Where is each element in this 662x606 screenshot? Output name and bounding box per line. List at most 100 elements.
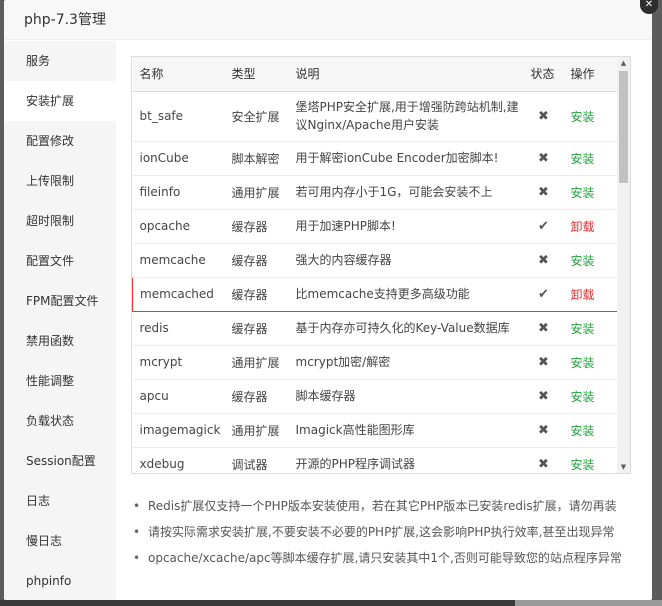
install-link[interactable]: 安装	[571, 322, 595, 336]
ext-name: xdebug	[132, 447, 225, 473]
uninstall-link[interactable]: 卸载	[571, 288, 595, 302]
col-header-type: 类型	[224, 57, 289, 92]
sidebar-item-config-file[interactable]: 配置文件	[4, 241, 116, 281]
status-cell: ✖	[523, 379, 564, 414]
ext-desc: 脚本缓存器	[288, 379, 524, 414]
install-link[interactable]: 安装	[571, 390, 595, 404]
table-row: ionCube 脚本解密 用于解密ionCube Encoder加密脚本! ✖ …	[132, 141, 619, 176]
status-cell: ✖	[523, 447, 564, 473]
cross-icon: ✖	[538, 320, 549, 336]
scroll-up-arrow-icon[interactable]: ▲	[617, 57, 630, 69]
sidebar-item-install-extensions[interactable]: 安装扩展	[4, 81, 116, 121]
extensions-table: 名称 类型 说明 状态 操作 bt_safe 安全扩展 堡塔PHP安全扩展,用于…	[132, 57, 619, 473]
table-row-selected[interactable]: memcached 缓存器 比memcache支持更多高级功能 ✔ 卸载	[132, 276, 619, 312]
ext-desc: 用于加速PHP脚本!	[288, 209, 524, 244]
sidebar-item-fpm-config[interactable]: FPM配置文件	[4, 281, 116, 321]
install-link[interactable]: 安装	[571, 152, 595, 166]
sidebar-item-config-modify[interactable]: 配置修改	[4, 121, 116, 161]
ext-type: 缓存器	[224, 209, 289, 244]
table-row: fileinfo 通用扩展 若可用内存小于1G，可能会安装不上 ✖ 安装	[132, 175, 619, 210]
sidebar-item-performance[interactable]: 性能调整	[4, 361, 116, 401]
col-header-name: 名称	[132, 57, 225, 92]
uninstall-link[interactable]: 卸载	[571, 220, 595, 234]
ext-desc: 基于内存亦可持久化的Key-Value数据库	[288, 311, 524, 346]
status-cell: ✖	[523, 243, 564, 278]
note-item: Redis扩展仅支持一个PHP版本安装使用，若在其它PHP版本已安装redis扩…	[131, 493, 641, 519]
sidebar-item-upload-limit[interactable]: 上传限制	[4, 161, 116, 201]
ext-name: opcache	[132, 209, 225, 244]
ext-name: redis	[132, 311, 225, 346]
sidebar-item-slow-log[interactable]: 慢日志	[4, 521, 116, 561]
status-cell: ✖	[523, 345, 564, 380]
sidebar-item-timeout-limit[interactable]: 超时限制	[4, 201, 116, 241]
table-row: opcache 缓存器 用于加速PHP脚本! ✔ 卸载	[132, 209, 619, 244]
status-cell: ✔	[523, 209, 564, 244]
ext-type: 缓存器	[224, 379, 289, 414]
note-item: 请按实际需求安装扩展,不要安装不必要的PHP扩展,这会影响PHP执行效率,甚至出…	[131, 519, 641, 545]
ext-type: 缓存器	[224, 276, 289, 312]
cross-icon: ✖	[538, 422, 549, 438]
table-header-row: 名称 类型 说明 状态 操作	[132, 57, 619, 92]
ext-type: 通用扩展	[224, 175, 289, 210]
sidebar-item-session-config[interactable]: Session配置	[4, 441, 116, 481]
install-link[interactable]: 安装	[571, 110, 595, 124]
col-header-desc: 说明	[288, 57, 524, 92]
sidebar-item-log[interactable]: 日志	[4, 481, 116, 521]
table-row: apcu 缓存器 脚本缓存器 ✖ 安装	[132, 379, 619, 414]
ext-name: fileinfo	[132, 175, 225, 210]
cross-icon: ✖	[538, 388, 549, 404]
table-row: imagemagick 通用扩展 Imagick高性能图形库 ✖ 安装	[132, 413, 619, 448]
ext-desc: 用于解密ionCube Encoder加密脚本!	[288, 141, 524, 176]
dialog-title: php-7.3管理	[4, 0, 652, 40]
ext-desc: 强大的内容缓存器	[288, 243, 524, 278]
table-row: bt_safe 安全扩展 堡塔PHP安全扩展,用于增强防跨站机制,建议Nginx…	[132, 91, 619, 142]
ext-name: memcached	[132, 276, 225, 312]
cross-icon: ✖	[538, 150, 549, 166]
install-link[interactable]: 安装	[571, 186, 595, 200]
table-row: xdebug 调试器 开源的PHP程序调试器 ✖ 安装	[132, 447, 619, 473]
close-icon[interactable]: ✕	[640, 0, 658, 14]
ext-type: 通用扩展	[224, 413, 289, 448]
sidebar-item-phpinfo[interactable]: phpinfo	[4, 561, 116, 600]
ext-desc: 开源的PHP程序调试器	[288, 447, 524, 473]
status-cell: ✖	[523, 175, 564, 210]
note-item: opcache/xcache/apc等脚本缓存扩展,请只安装其中1个,否则可能导…	[131, 545, 641, 571]
vertical-scrollbar[interactable]: ▲ ▼	[617, 57, 630, 473]
ext-name: bt_safe	[132, 91, 225, 142]
ext-desc: 堡塔PHP安全扩展,用于增强防跨站机制,建议Nginx/Apache用户安装	[288, 91, 524, 142]
ext-type: 缓存器	[224, 311, 289, 346]
table-row: mcrypt 通用扩展 mcrypt加密/解密 ✖ 安装	[132, 345, 619, 380]
sidebar: 服务 安装扩展 配置修改 上传限制 超时限制 配置文件 FPM配置文件 禁用函数…	[4, 41, 116, 600]
ext-desc: 若可用内存小于1G，可能会安装不上	[288, 175, 524, 210]
status-cell: ✖	[523, 413, 564, 448]
php-manager-dialog: php-7.3管理 服务 安装扩展 配置修改 上传限制 超时限制 配置文件 FP…	[4, 0, 652, 600]
ext-type: 通用扩展	[224, 345, 289, 380]
cross-icon: ✖	[538, 184, 549, 200]
ext-desc: Imagick高性能图形库	[288, 413, 524, 448]
ext-name: mcrypt	[132, 345, 225, 380]
status-cell: ✖	[523, 311, 564, 346]
main-content: 名称 类型 说明 状态 操作 bt_safe 安全扩展 堡塔PHP安全扩展,用于…	[116, 41, 652, 600]
check-icon: ✔	[538, 286, 549, 302]
extensions-table-container[interactable]: 名称 类型 说明 状态 操作 bt_safe 安全扩展 堡塔PHP安全扩展,用于…	[131, 56, 631, 474]
ext-desc: mcrypt加密/解密	[288, 345, 524, 380]
status-cell: ✔	[523, 276, 564, 312]
install-link[interactable]: 安装	[571, 458, 595, 472]
cross-icon: ✖	[538, 456, 549, 472]
sidebar-item-service[interactable]: 服务	[4, 41, 116, 81]
backdrop-panel	[515, 600, 662, 606]
ext-name: imagemagick	[132, 413, 225, 448]
install-link[interactable]: 安装	[571, 424, 595, 438]
scroll-down-arrow-icon[interactable]: ▼	[617, 461, 630, 473]
sidebar-item-load-status[interactable]: 负载状态	[4, 401, 116, 441]
status-cell: ✖	[523, 141, 564, 176]
sidebar-item-disabled-functions[interactable]: 禁用函数	[4, 321, 116, 361]
cross-icon: ✖	[538, 108, 549, 124]
ext-desc: 比memcache支持更多高级功能	[288, 276, 524, 312]
scroll-thumb[interactable]	[619, 71, 628, 183]
check-icon: ✔	[538, 218, 549, 234]
status-cell: ✖	[523, 91, 564, 142]
ext-type: 安全扩展	[224, 91, 289, 142]
install-link[interactable]: 安装	[571, 356, 595, 370]
install-link[interactable]: 安装	[571, 254, 595, 268]
